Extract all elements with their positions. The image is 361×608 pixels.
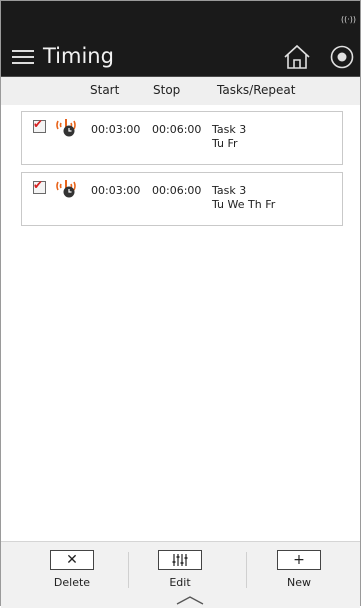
column-start: Start <box>90 83 120 97</box>
column-stop: Stop <box>153 83 181 97</box>
column-tasks-repeat: Tasks/Repeat <box>217 83 296 97</box>
alarm-clock-icon <box>56 180 76 198</box>
repeat-days: Tu Fr <box>212 137 238 150</box>
timing-list: ✔ 00:03:00 00:06:00 Task 3 Tu Fr ✔ 00:03… <box>21 111 343 233</box>
nav-handle-icon[interactable] <box>175 593 205 605</box>
repeat-days: Tu We Th Fr <box>212 198 276 211</box>
enable-checkbox[interactable]: ✔ <box>33 178 46 194</box>
task-name: Task 3 <box>212 123 247 136</box>
list-item[interactable]: ✔ 00:03:00 00:06:00 Task 3 Tu We Th Fr <box>21 172 343 226</box>
page-title: Timing <box>43 44 114 68</box>
status-bar: ((·)) <box>1 1 360 37</box>
enable-checkbox[interactable]: ✔ <box>33 117 46 133</box>
stop-time: 00:06:00 <box>152 184 202 197</box>
task-name: Task 3 <box>212 184 247 197</box>
stop-circle-icon[interactable] <box>330 45 354 69</box>
signal-icon: ((·)) <box>340 15 356 24</box>
menu-icon[interactable] <box>12 49 34 65</box>
divider <box>246 552 247 588</box>
column-header: Start Stop Tasks/Repeat <box>1 77 360 105</box>
new-button[interactable]: + New <box>259 550 339 596</box>
plus-icon: + <box>277 550 321 570</box>
app-bar: Timing <box>1 37 360 77</box>
list-item[interactable]: ✔ 00:03:00 00:06:00 Task 3 Tu Fr <box>21 111 343 165</box>
delete-button[interactable]: ✕ Delete <box>32 550 112 596</box>
start-time: 00:03:00 <box>91 123 141 136</box>
edit-button[interactable]: Edit <box>140 550 220 596</box>
sliders-icon <box>158 550 202 570</box>
new-label: New <box>287 576 311 589</box>
start-time: 00:03:00 <box>91 184 141 197</box>
edit-label: Edit <box>169 576 191 589</box>
home-icon[interactable] <box>283 44 311 70</box>
alarm-clock-icon <box>56 119 76 137</box>
delete-label: Delete <box>53 576 91 589</box>
divider <box>128 552 129 588</box>
stop-time: 00:06:00 <box>152 123 202 136</box>
close-icon: ✕ <box>50 550 94 570</box>
